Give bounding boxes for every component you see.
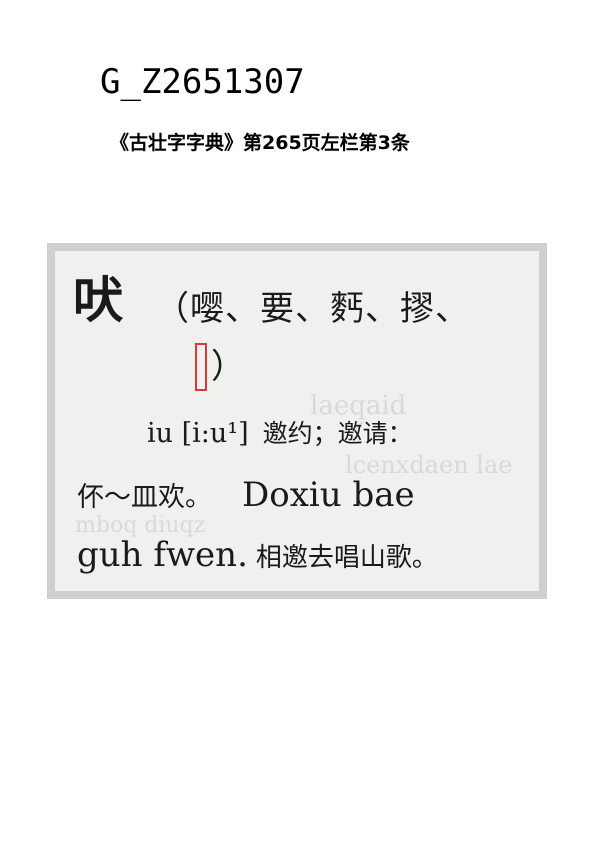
- character-code-title: G_Z2651307 𪟮: [100, 58, 321, 106]
- example-translation: 相邀去唱山歌。: [256, 543, 438, 573]
- example-line-2: guh fwen. 相邀去唱山歌。: [77, 535, 438, 578]
- example-zhuang-characters: 伓～𪜀皿欢。: [77, 482, 212, 513]
- dictionary-scan-image: laeq̣aid lcenxdaen lae mboq diuqz 吠 （嘤、要…: [47, 243, 547, 599]
- definition: 邀约；邀请：: [263, 419, 413, 448]
- variant-close-paren: ）: [211, 347, 245, 387]
- variant-forms-line-1: （嘤、要、麫、摎、: [155, 287, 470, 331]
- character-code: G_Z2651307: [100, 62, 305, 102]
- variant-forms-line-2: 𪟮、 𪟮）: [193, 343, 245, 391]
- scan-paper: laeq̣aid lcenxdaen lae mboq diuqz 吠 （嘤、要…: [55, 251, 539, 591]
- pronunciation-line: iu [i:u¹] 邀约；邀请：: [147, 416, 413, 452]
- pronunciation: iu [i:u¹]: [147, 418, 249, 449]
- example-line-1: 伓～𪜀皿欢。 Doxiu bae: [77, 477, 415, 516]
- source-reference: 《古壮字字典》第265页左栏第3条: [110, 130, 410, 156]
- example-latin-part-2: guh fwen.: [77, 535, 248, 575]
- example-latin-part-1: Doxiu bae: [242, 475, 415, 515]
- headword: 吠: [73, 271, 123, 329]
- highlighted-variant-box: 𪟮: [195, 343, 207, 391]
